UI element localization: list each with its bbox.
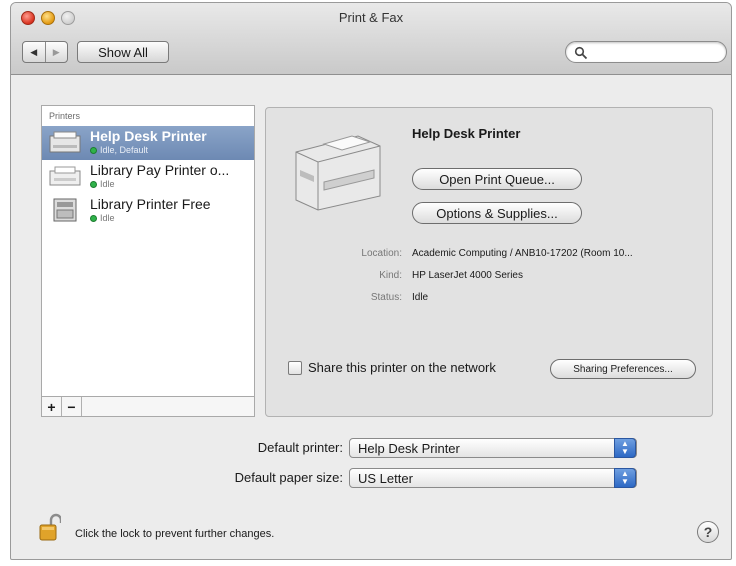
default-printer-label: Default printer:: [257, 440, 343, 455]
show-all-button[interactable]: Show All: [77, 41, 169, 63]
status-value: Idle: [412, 292, 429, 303]
open-print-queue-button[interactable]: Open Print Queue...: [412, 168, 582, 190]
detail-printer-name: Help Desk Printer: [412, 126, 521, 141]
lock-message: Click the lock to prevent further change…: [75, 528, 275, 540]
title-bar: Print & Fax ◀ ▶ Show All: [11, 3, 731, 75]
help-button[interactable]: ?: [697, 521, 719, 543]
printer-icon: [49, 131, 81, 153]
share-printer-checkbox[interactable]: [288, 360, 302, 375]
forward-button[interactable]: ▶: [44, 42, 68, 62]
search-field[interactable]: [565, 41, 727, 63]
printer-status: Idle: [90, 213, 115, 223]
options-supplies-button[interactable]: Options & Supplies...: [412, 202, 582, 224]
location-label: Location:: [361, 248, 402, 259]
share-printer-label: Share this printer on the network: [308, 360, 496, 375]
default-printer-value: Help Desk Printer: [358, 441, 460, 456]
printer-item-help-desk[interactable]: Help Desk Printer Idle, Default: [42, 126, 254, 160]
kind-value: HP LaserJet 4000 Series: [412, 270, 523, 281]
printer-item-library-free[interactable]: Library Printer Free Idle: [42, 194, 254, 228]
location-value: Academic Computing / ANB10-17202 (Room 1…: [412, 248, 633, 259]
printer-item-library-pay[interactable]: Library Pay Printer o... Idle: [42, 160, 254, 194]
default-paper-value: US Letter: [358, 471, 413, 486]
status-dot-icon: [90, 214, 97, 222]
printer-large-icon: [295, 135, 381, 211]
default-paper-label: Default paper size:: [234, 470, 343, 485]
default-paper-select[interactable]: US Letter ▲ ▼: [349, 468, 637, 488]
status-dot-icon: [90, 180, 97, 188]
printer-name: Library Printer Free: [90, 196, 211, 212]
add-remove-bar: + −: [41, 397, 255, 417]
printer-status: Idle, Default: [90, 145, 148, 155]
status-dot-icon: [90, 146, 97, 154]
printer-list: Printers Help Desk Printer Idle, Default…: [41, 105, 255, 397]
add-printer-button[interactable]: +: [42, 397, 62, 416]
printer-icon: [53, 198, 77, 222]
printer-icon: [49, 166, 81, 186]
printer-name: Help Desk Printer: [90, 128, 207, 144]
printer-list-header: Printers: [49, 111, 81, 121]
print-fax-window: Print & Fax ◀ ▶ Show All Printers Help D…: [10, 2, 732, 560]
status-label: Status:: [370, 292, 402, 303]
share-printer-option[interactable]: Share this printer on the network: [288, 360, 496, 375]
lock-icon[interactable]: [39, 513, 61, 541]
printer-status-text: Idle: [100, 179, 115, 189]
remove-printer-button[interactable]: −: [62, 397, 82, 416]
kind-label: Kind:: [379, 270, 402, 281]
sharing-preferences-button[interactable]: Sharing Preferences...: [550, 359, 696, 379]
back-button[interactable]: ◀: [23, 42, 45, 62]
printer-detail-panel: Help Desk Printer Open Print Queue... Op…: [265, 107, 713, 417]
back-forward-control: ◀ ▶: [22, 41, 68, 63]
default-printer-select[interactable]: Help Desk Printer ▲ ▼: [349, 438, 637, 458]
printer-name: Library Pay Printer o...: [90, 162, 230, 178]
popup-arrows-icon: ▲ ▼: [614, 438, 636, 458]
printer-status-text: Idle, Default: [100, 145, 149, 155]
popup-arrows-icon: ▲ ▼: [614, 468, 636, 488]
printer-status: Idle: [90, 179, 115, 189]
window-title: Print & Fax: [338, 10, 404, 25]
search-icon: [574, 46, 588, 60]
printer-status-text: Idle: [100, 213, 115, 223]
